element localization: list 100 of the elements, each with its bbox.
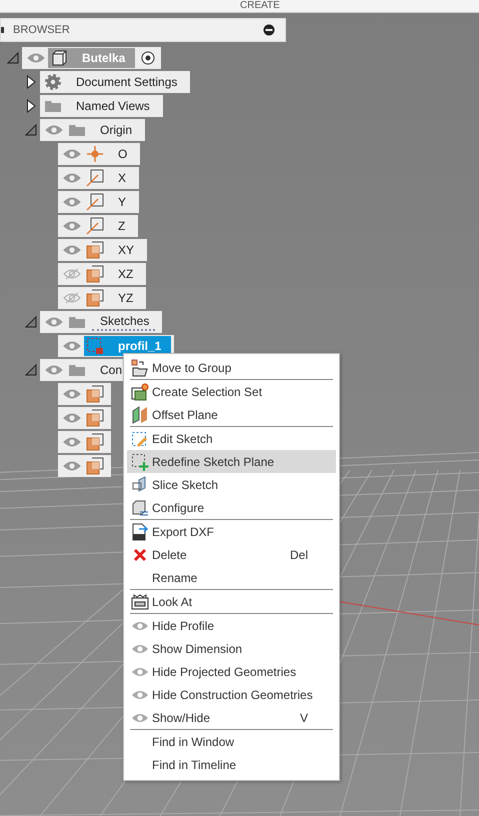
node-label: Origin <box>99 122 134 138</box>
cube-icon <box>50 49 68 67</box>
expand-toggle-icon[interactable] <box>26 99 36 113</box>
node-label: YZ <box>117 290 134 306</box>
tree-node[interactable] <box>58 455 111 477</box>
plane-icon <box>86 457 104 475</box>
menu-item[interactable]: Rename <box>127 566 336 589</box>
axis-icon <box>86 193 104 211</box>
axis-icon <box>86 217 104 235</box>
tree-node[interactable]: YZ <box>58 287 146 309</box>
folder-icon <box>44 98 62 114</box>
eye-icon[interactable] <box>45 124 63 136</box>
tree-node[interactable]: X <box>58 167 140 189</box>
plane-icon <box>86 241 104 259</box>
node-label: X <box>117 170 128 186</box>
tree-node[interactable] <box>58 431 111 453</box>
menu-item[interactable]: Edit Sketch <box>127 427 336 450</box>
eye-icon <box>131 642 149 654</box>
axis-icon <box>86 169 104 187</box>
tree-node[interactable]: Y <box>58 191 140 213</box>
menu-item[interactable]: Show/Hide V <box>127 706 336 729</box>
eye-icon[interactable] <box>63 148 81 160</box>
menu-item[interactable]: Slice Sketch <box>127 473 336 496</box>
eye-icon <box>131 666 149 678</box>
plane-icon <box>86 409 104 427</box>
redefine-plane-icon <box>131 452 149 470</box>
hidden-eye-icon[interactable] <box>63 268 81 280</box>
menu-item[interactable]: Find in Timeline <box>127 753 336 776</box>
delete-icon <box>133 548 147 562</box>
menu-item[interactable]: Hide Projected Geometries <box>127 660 336 683</box>
minimize-icon[interactable] <box>263 24 275 36</box>
collapse-toggle-icon[interactable] <box>24 123 38 137</box>
eye-icon[interactable] <box>63 436 81 448</box>
create-menu[interactable]: CREATE <box>240 0 280 11</box>
eye-icon[interactable] <box>63 244 81 256</box>
folder-icon <box>68 362 86 378</box>
tree-node[interactable]: Document Settings <box>40 71 190 93</box>
menu-item[interactable]: Offset Plane <box>127 403 336 426</box>
eye-icon[interactable] <box>45 316 63 328</box>
menu-item[interactable]: Hide Construction Geometries <box>127 683 336 706</box>
plane-icon <box>86 265 104 283</box>
eye-icon <box>131 688 149 700</box>
active-radio-icon[interactable] <box>141 51 156 65</box>
tree-node[interactable]: Sketches <box>40 311 162 333</box>
folder-arrow-icon <box>131 358 149 376</box>
collapse-toggle-icon[interactable] <box>24 315 38 329</box>
node-label: XZ <box>117 266 134 282</box>
eye-icon[interactable] <box>63 196 81 208</box>
edit-sketch-icon <box>131 430 149 448</box>
eye-icon <box>131 620 149 632</box>
plane-icon <box>86 289 104 307</box>
menu-item[interactable]: Look At <box>127 590 336 613</box>
tree-node[interactable]: XY <box>58 239 148 261</box>
panel-title: BROWSER <box>13 24 70 36</box>
eye-icon[interactable] <box>63 388 81 400</box>
sketch-icon <box>86 337 104 355</box>
menu-item[interactable]: Create Selection Set <box>127 380 336 403</box>
origin-point-icon <box>86 145 104 163</box>
tree-node[interactable]: O <box>58 143 140 165</box>
node-label: Named Views <box>75 98 151 114</box>
eye-icon[interactable] <box>63 220 81 232</box>
eye-icon[interactable] <box>63 340 81 352</box>
node-label: Con <box>99 362 124 378</box>
collapse-toggle-icon[interactable] <box>24 363 38 377</box>
hidden-eye-icon[interactable] <box>63 292 81 304</box>
eye-icon[interactable] <box>63 172 81 184</box>
tree-node[interactable]: Named Views <box>40 95 163 117</box>
menu-item[interactable]: Redefine Sketch Plane <box>127 450 336 473</box>
eye-icon[interactable] <box>45 364 63 376</box>
folder-icon <box>68 122 86 138</box>
tree-node[interactable] <box>58 407 111 429</box>
tree-node[interactable] <box>58 383 111 405</box>
node-label: Z <box>117 218 126 234</box>
menu-item[interactable]: Find in Window <box>127 730 336 753</box>
tree-node[interactable]: XZ <box>58 263 146 285</box>
look-at-icon <box>131 592 149 610</box>
menu-item[interactable]: Show Dimension <box>127 637 336 660</box>
eye-icon[interactable] <box>27 52 45 64</box>
eye-icon <box>131 712 149 724</box>
selection-set-icon <box>131 382 149 400</box>
configure-icon <box>131 498 149 516</box>
plane-icon <box>86 433 104 451</box>
menu-item[interactable]: Delete Del <box>127 543 336 566</box>
menu-item[interactable]: Configure <box>127 496 336 519</box>
node-label: Document Settings <box>75 74 178 90</box>
node-label: O <box>117 146 128 162</box>
eye-icon[interactable] <box>63 460 81 472</box>
node-label: Y <box>117 194 128 210</box>
menu-item[interactable]: Hide Profile <box>127 614 336 637</box>
menu-item[interactable]: Export DXF <box>127 520 336 543</box>
eye-icon[interactable] <box>63 412 81 424</box>
dxf-file-icon <box>131 522 149 540</box>
collapse-toggle-icon[interactable] <box>6 51 20 65</box>
plane-icon <box>86 385 104 403</box>
tree-node[interactable]: Origin <box>40 119 146 141</box>
node-label: Sketches <box>92 313 156 331</box>
folder-icon <box>68 314 86 330</box>
gear-icon <box>44 73 62 91</box>
expand-toggle-icon[interactable] <box>26 75 36 89</box>
tree-node[interactable]: Z <box>58 215 138 237</box>
